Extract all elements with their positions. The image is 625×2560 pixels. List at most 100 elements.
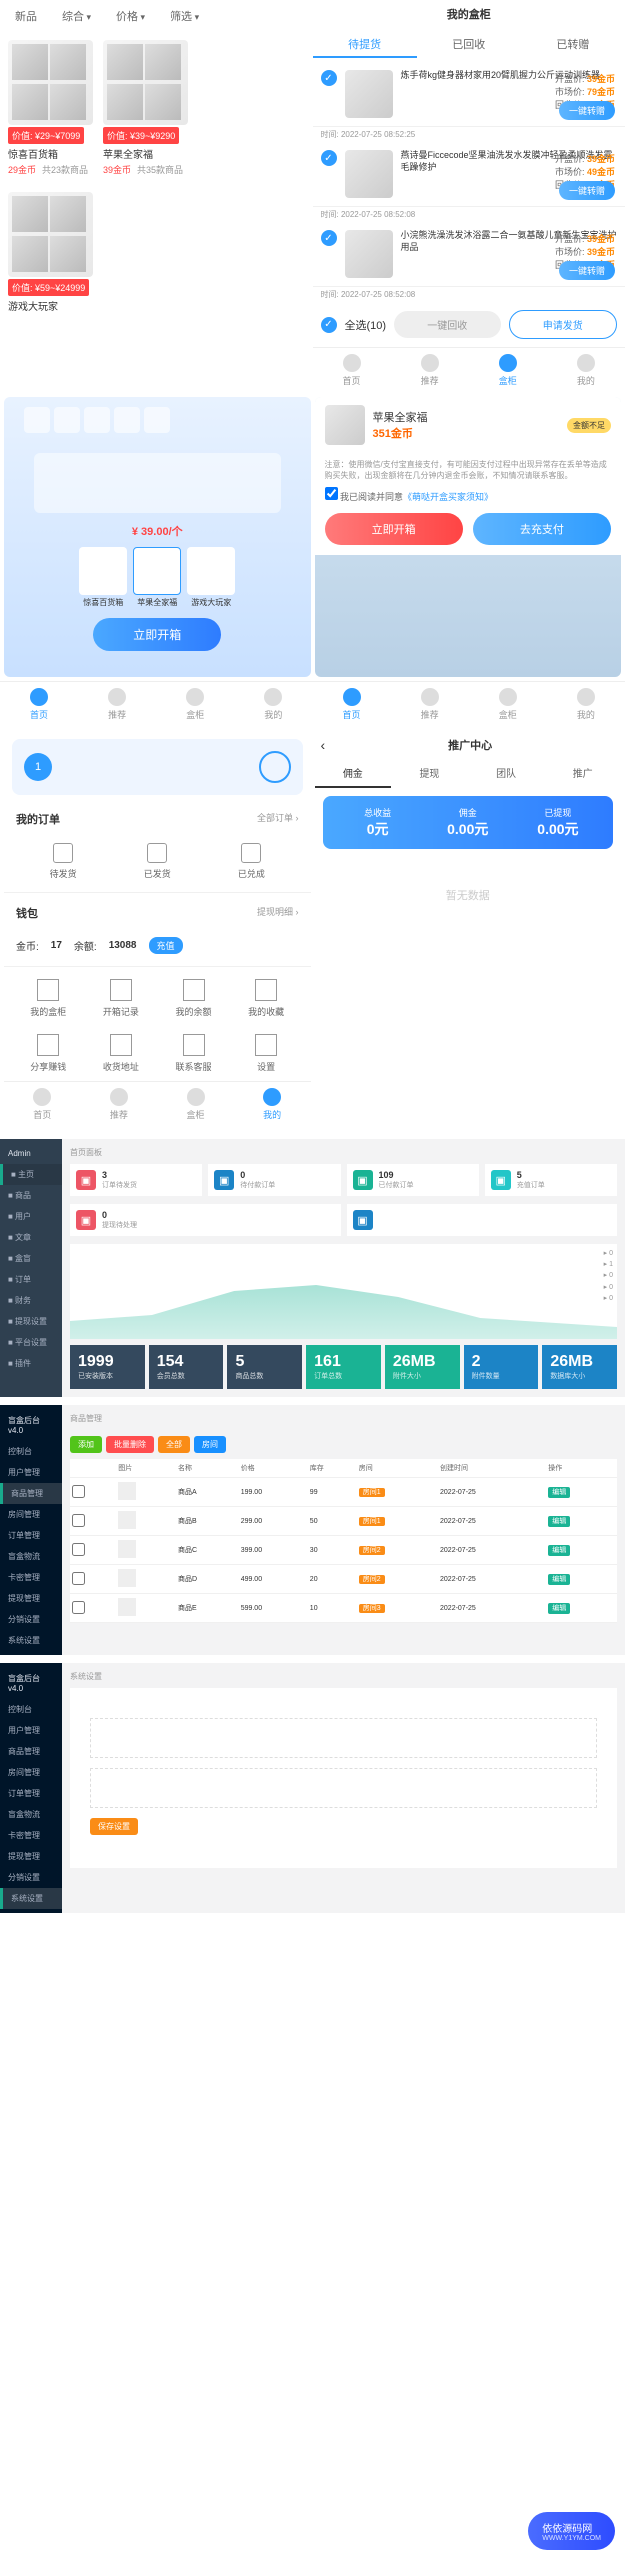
add-button[interactable]: 添加 [70,1436,102,1453]
product-card[interactable]: 价值: ¥29~¥7099 惊喜百货箱 29金币共23款商品 [8,40,93,176]
cab-tab-gifted[interactable]: 已转赠 [521,32,625,58]
table-row[interactable]: 商品C 399.00 30 房间2 2022-07-25 编辑 [70,1536,617,1565]
promo-tab-team[interactable]: 团队 [468,759,545,788]
row-check[interactable] [72,1572,85,1585]
all-button[interactable]: 全部 [158,1436,190,1453]
nav-recommend[interactable]: 推荐 [81,1088,158,1121]
ship-button[interactable]: 申请发货 [509,310,617,339]
tab-sort[interactable]: 综合 [62,8,91,24]
sidebar-item[interactable]: 商品管理 [0,1483,62,1504]
sidebar-item[interactable]: 提现管理 [0,1588,62,1609]
product-card[interactable]: 价值: ¥59~¥24999 游戏大玩家 [8,192,93,313]
my-balance[interactable]: 我的余额 [157,979,230,1018]
open-box-button[interactable]: 立即开箱 [93,618,221,651]
box-cat[interactable]: 苹果全家福 [133,547,181,608]
nav-cabinet[interactable]: 盒柜 [469,688,547,721]
sidebar-item[interactable]: 盲盒物流 [0,1804,62,1825]
nav-home[interactable]: 首页 [0,688,78,721]
item-check[interactable]: ✓ [321,230,337,246]
tab-price[interactable]: 价格 [116,8,145,24]
order-shipped[interactable]: 已发货 [110,843,204,880]
box-cat[interactable]: 惊喜百货箱 [79,547,127,608]
tab-filter[interactable]: 筛选 [170,8,199,24]
sidebar-item[interactable]: 系统设置 [0,1630,62,1651]
share-earn[interactable]: 分享赚钱 [12,1034,85,1073]
promo-tab-promote[interactable]: 推广 [544,759,621,788]
table-row[interactable]: 商品A 199.00 99 房间1 2022-07-25 编辑 [70,1478,617,1507]
row-check[interactable] [72,1601,85,1614]
cabinet-item[interactable]: ✓ 炼手荷kg健身器材家用20臂肌握力公斤运动训练器 开盒价: 39金币 市场价… [313,62,625,127]
edit-button[interactable]: 编辑 [548,1545,570,1556]
recharge-button[interactable]: 充值 [149,937,183,954]
sidebar-item[interactable]: 控制台 [0,1441,62,1462]
promo-tab-commission[interactable]: 佣金 [315,759,392,788]
sidebar-item[interactable]: 控制台 [0,1699,62,1720]
product-card[interactable]: 价值: ¥39~¥9290 苹果全家福 39金币共35款商品 [103,40,188,176]
sidebar-item[interactable]: ■ 盒盲 [0,1248,62,1269]
item-check[interactable]: ✓ [321,70,337,86]
agree-checkbox[interactable] [325,487,338,500]
row-check[interactable] [72,1543,85,1556]
agreement-link[interactable]: 《萌哒开盒买家须知》 [403,492,493,502]
pay-agreement[interactable]: 我已阅读并同意《萌哒开盒买家须知》 [325,487,612,503]
room-button[interactable]: 房间 [194,1436,226,1453]
order-done[interactable]: 已兑成 [204,843,298,880]
open-now-button[interactable]: 立即开箱 [325,513,463,545]
sidebar-item[interactable]: 订单管理 [0,1783,62,1804]
cabinet-item[interactable]: ✓ 小浣熊洗澡洗发沐浴露二合一氨基酸儿童新生宝宝洗护用品 开盒价: 39金币 市… [313,222,625,287]
nav-profile[interactable]: 我的 [234,1088,311,1121]
sidebar-item[interactable]: 商品管理 [0,1741,62,1762]
sidebar-item[interactable]: ■ 用户 [0,1206,62,1227]
table-row[interactable]: 商品D 499.00 20 房间2 2022-07-25 编辑 [70,1565,617,1594]
nav-recommend[interactable]: 推荐 [78,688,156,721]
orders-more-link[interactable]: 全部订单 › [257,811,299,827]
save-button[interactable]: 保存设置 [90,1818,138,1835]
tab-new[interactable]: 新品 [15,8,37,24]
cab-tab-pending[interactable]: 待提货 [313,32,417,58]
edit-button[interactable]: 编辑 [548,1574,570,1585]
withdraw-link[interactable]: 提现明细 › [257,905,299,921]
sidebar-item[interactable]: ■ 提现设置 [0,1311,62,1332]
box-cat[interactable]: 游戏大玩家 [187,547,235,608]
nav-cabinet[interactable]: 盒柜 [156,688,234,721]
recycle-all-button[interactable]: 一键回收 [394,311,500,338]
row-check[interactable] [72,1485,85,1498]
address[interactable]: 收货地址 [85,1034,158,1073]
nav-recommend[interactable]: 推荐 [391,354,469,387]
sidebar-item[interactable]: ■ 主页 [0,1164,62,1185]
promo-tab-withdraw[interactable]: 提现 [391,759,468,788]
sidebar-item[interactable]: 用户管理 [0,1720,62,1741]
nav-cabinet[interactable]: 盒柜 [469,354,547,387]
gift-button[interactable]: 一键转赠 [559,181,615,200]
order-pending[interactable]: 待发货 [16,843,110,880]
select-all-check[interactable]: ✓ [321,317,337,333]
gift-button[interactable]: 一键转赠 [559,261,615,280]
nav-cabinet[interactable]: 盒柜 [157,1088,234,1121]
edit-button[interactable]: 编辑 [548,1603,570,1614]
sidebar-item[interactable]: 提现管理 [0,1846,62,1867]
table-row[interactable]: 商品B 299.00 50 房间1 2022-07-25 编辑 [70,1507,617,1536]
nav-home[interactable]: 首页 [313,688,391,721]
sidebar-item[interactable]: 卡密管理 [0,1567,62,1588]
sidebar-item[interactable]: 盲盒物流 [0,1546,62,1567]
nav-home[interactable]: 首页 [4,1088,81,1121]
sidebar-item[interactable]: 房间管理 [0,1504,62,1525]
nav-home[interactable]: 首页 [313,354,391,387]
sidebar-item[interactable]: 系统设置 [0,1888,62,1909]
sidebar-item[interactable]: ■ 插件 [0,1353,62,1374]
delete-button[interactable]: 批量删除 [106,1436,154,1453]
gift-button[interactable]: 一键转赠 [559,101,615,120]
support[interactable]: 联系客服 [157,1034,230,1073]
sidebar-item[interactable]: 卡密管理 [0,1825,62,1846]
sidebar-item[interactable]: 用户管理 [0,1462,62,1483]
nav-recommend[interactable]: 推荐 [391,688,469,721]
sidebar-item[interactable]: 房间管理 [0,1762,62,1783]
sidebar-item[interactable]: 分销设置 [0,1867,62,1888]
open-history[interactable]: 开箱记录 [85,979,158,1018]
sidebar-item[interactable]: ■ 文章 [0,1227,62,1248]
my-cabinet[interactable]: 我的盒柜 [12,979,85,1018]
nav-profile[interactable]: 我的 [547,688,625,721]
table-row[interactable]: 商品E 599.00 10 房间3 2022-07-25 编辑 [70,1594,617,1623]
row-check[interactable] [72,1514,85,1527]
edit-button[interactable]: 编辑 [548,1487,570,1498]
